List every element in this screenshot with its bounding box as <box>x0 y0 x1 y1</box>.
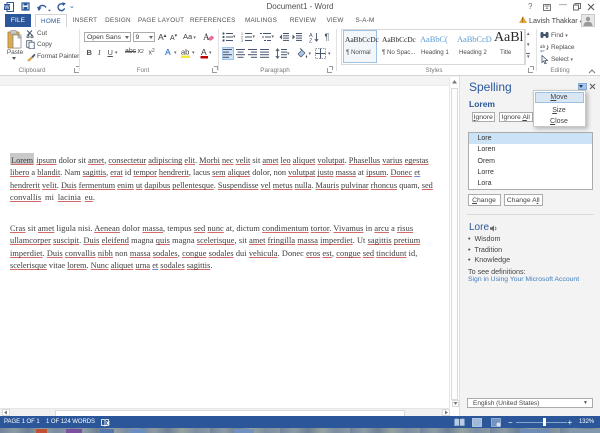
svg-text:3: 3 <box>241 39 243 42</box>
svg-text:Z: Z <box>309 38 313 43</box>
svg-text:A: A <box>203 32 210 42</box>
svg-text:A: A <box>201 47 207 57</box>
svg-text:ab: ab <box>181 48 189 57</box>
svg-text:W: W <box>4 5 10 11</box>
svg-text:ac: ac <box>540 49 545 53</box>
